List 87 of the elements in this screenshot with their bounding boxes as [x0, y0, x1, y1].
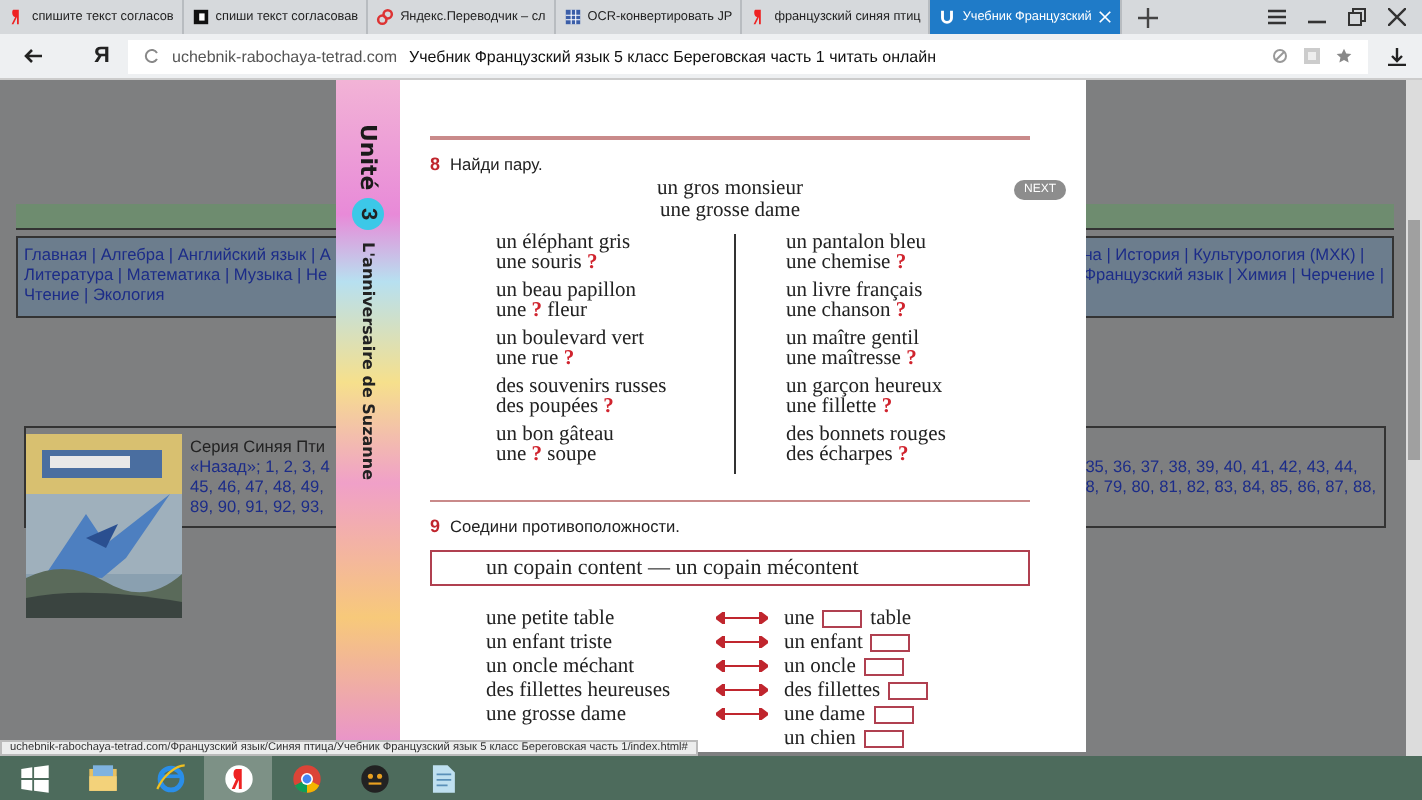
subject-links[interactable]: Чтение | Экология — [24, 284, 331, 304]
chrome-icon — [292, 764, 320, 792]
browser-logo[interactable]: Я — [94, 44, 118, 68]
word-phrase: une maîtresse ? — [786, 350, 917, 371]
word-phrase: un bon gâteau — [496, 425, 616, 446]
grid-icon — [563, 8, 582, 26]
exercise-instruction: Найди пару. — [450, 153, 543, 173]
double-arrow-icon — [716, 612, 768, 624]
page-links[interactable]: «Назад»; 1, 2, 3, 4 — [190, 456, 330, 476]
word-phrase: un oncle méchant — [484, 655, 637, 677]
word-phrase: une ? soupe — [496, 446, 597, 467]
word-phrase: des poupées ? — [496, 398, 616, 419]
subject-links[interactable]: Французский язык | Химия | Черчение | — [1083, 264, 1384, 284]
answer-box[interactable] — [822, 609, 863, 627]
document-icon — [431, 764, 454, 792]
chapter-title: L'anniversaire de Suzanne — [359, 242, 377, 481]
word-phrase: un oncle — [784, 655, 856, 677]
new-tab-icon[interactable] — [1137, 7, 1158, 27]
taskbar-button[interactable] — [204, 756, 272, 800]
word-phrase: un enfant triste — [484, 631, 614, 653]
word-phrase: une fillette ? — [786, 398, 895, 419]
back-arrow-icon[interactable] — [24, 46, 44, 66]
word-phrase: une — [784, 607, 815, 629]
unit-number: 3 — [352, 198, 384, 231]
download-icon[interactable] — [1388, 47, 1406, 65]
word-phrase: un boulevard vert — [496, 329, 647, 350]
word-phrase: une petite table — [484, 607, 617, 629]
windows-icon — [20, 764, 48, 792]
double-arrow-icon — [716, 684, 768, 696]
answer-box[interactable] — [870, 633, 911, 651]
example-phrase: une grosse dame — [660, 199, 800, 221]
refresh-icon — [144, 48, 160, 64]
menu-icon[interactable] — [1268, 8, 1286, 26]
folder-icon — [88, 764, 116, 790]
subject-links[interactable]: Литература | Математика | Музыка | Не — [24, 264, 331, 284]
word-phrase: une grosse dame — [484, 703, 628, 725]
close-icon[interactable] — [1388, 8, 1406, 26]
series-title: Серия Синяя Пти — [190, 436, 328, 456]
address-field[interactable]: uchebnik-rabochaya-tetrad.com Учебник Французский язык 5 класс Береговская часть 1 читать онлайн — [128, 39, 1368, 73]
star-icon[interactable] — [1336, 48, 1352, 64]
word-phrase: une chemise ? — [786, 254, 909, 275]
word-phrase: un éléphant gris — [496, 233, 633, 253]
word-phrase: des souvenirs russes — [496, 377, 669, 397]
double-arrow-icon — [716, 636, 768, 648]
double-arrow-icon — [716, 660, 768, 672]
word-phrase: un livre français — [786, 281, 925, 301]
word-phrase: un chien — [784, 727, 856, 749]
word-phrase: une souris ? — [496, 254, 599, 275]
word-phrase: une chanson ? — [786, 302, 907, 323]
exercise-instruction: Соедини противоположности. — [450, 516, 680, 536]
answer-box[interactable] — [888, 681, 929, 699]
page-links[interactable]: 89, 90, 91, 92, 93, — [190, 496, 330, 516]
page-links[interactable]: 8, 79, 80, 81, 82, 83, 84, 85, 86, 87, 88, — [1085, 476, 1376, 496]
word-phrase: un enfant — [784, 631, 863, 653]
word-phrase: des bonnets rouges — [786, 425, 948, 445]
page-links[interactable]: 45, 46, 47, 48, 49, — [190, 476, 330, 496]
word-phrase: des fillettes — [784, 679, 881, 701]
internet-explorer-icon — [155, 763, 184, 792]
answer-box[interactable] — [863, 657, 904, 675]
answer-box[interactable] — [873, 705, 914, 723]
word-phrase: un beau papillon — [496, 281, 638, 301]
answer-box[interactable] — [863, 729, 904, 747]
word-phrase: un garçon heureux — [786, 377, 945, 397]
restore-icon[interactable] — [1348, 8, 1366, 26]
word-phrase: une rue ? — [496, 350, 577, 371]
word-phrase: une dame — [784, 703, 866, 725]
word-phrase: des écharpes ? — [786, 446, 909, 467]
page-links[interactable]: 35, 36, 37, 38, 39, 40, 41, 42, 43, 44, — [1085, 456, 1376, 476]
yandex-browser-icon — [224, 764, 252, 792]
unit-title: Unité — [355, 124, 381, 191]
u-letter-icon — [938, 8, 957, 26]
example-phrase: un gros monsieur — [657, 177, 803, 199]
word-phrase: une ? fleur — [496, 302, 587, 323]
word-phrase: un pantalon bleu — [786, 233, 928, 253]
exercise-number: 9 — [430, 516, 441, 536]
block-icon[interactable] — [1272, 48, 1288, 64]
example-box: un copain content — un copain mécontent — [430, 550, 1030, 586]
dark-app-icon — [360, 764, 388, 792]
scrollbar[interactable] — [1406, 80, 1422, 756]
word-phrase: table — [870, 607, 912, 629]
word-phrase: des fillettes heureuses — [484, 679, 673, 701]
exercise-number: 8 — [430, 153, 441, 173]
double-arrow-icon — [716, 708, 768, 720]
link-icon — [376, 8, 395, 26]
square-icon — [191, 8, 210, 26]
subject-links[interactable]: Главная | Алгебра | Английский язык | А — [24, 244, 331, 264]
word-phrase: un maître gentil — [786, 329, 921, 349]
